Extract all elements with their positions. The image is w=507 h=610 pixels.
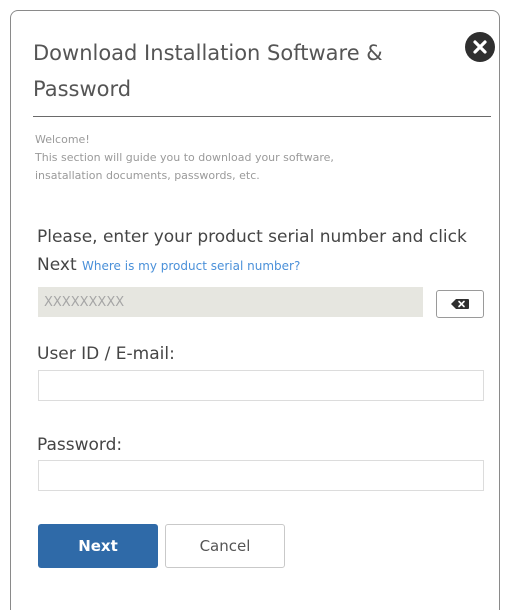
next-button[interactable]: Next [38,524,158,568]
password-label: Password: [37,435,123,455]
backspace-icon [451,299,469,309]
intro-line-2: This section will guide you to download … [35,151,334,164]
cancel-button[interactable]: Cancel [165,524,285,568]
intro-line-3: insatallation documents, passwords, etc. [35,169,260,182]
intro-text: Welcome! This section will guide you to … [35,131,475,185]
title-divider [33,116,491,117]
serial-help-link[interactable]: Where is my product serial number? [82,259,300,273]
password-input[interactable] [38,460,484,491]
user-id-input[interactable] [38,370,484,401]
user-id-label: User ID / E-mail: [37,344,175,364]
dialog-title: Download Installation Software & Passwor… [33,41,383,101]
close-icon[interactable] [465,32,495,62]
serial-prompt: Please, enter your product serial number… [37,223,477,280]
clear-serial-button[interactable] [436,290,484,318]
serial-number-input[interactable] [38,287,423,317]
intro-welcome: Welcome! [35,133,90,146]
download-dialog: Download Installation Software & Passwor… [10,10,500,610]
